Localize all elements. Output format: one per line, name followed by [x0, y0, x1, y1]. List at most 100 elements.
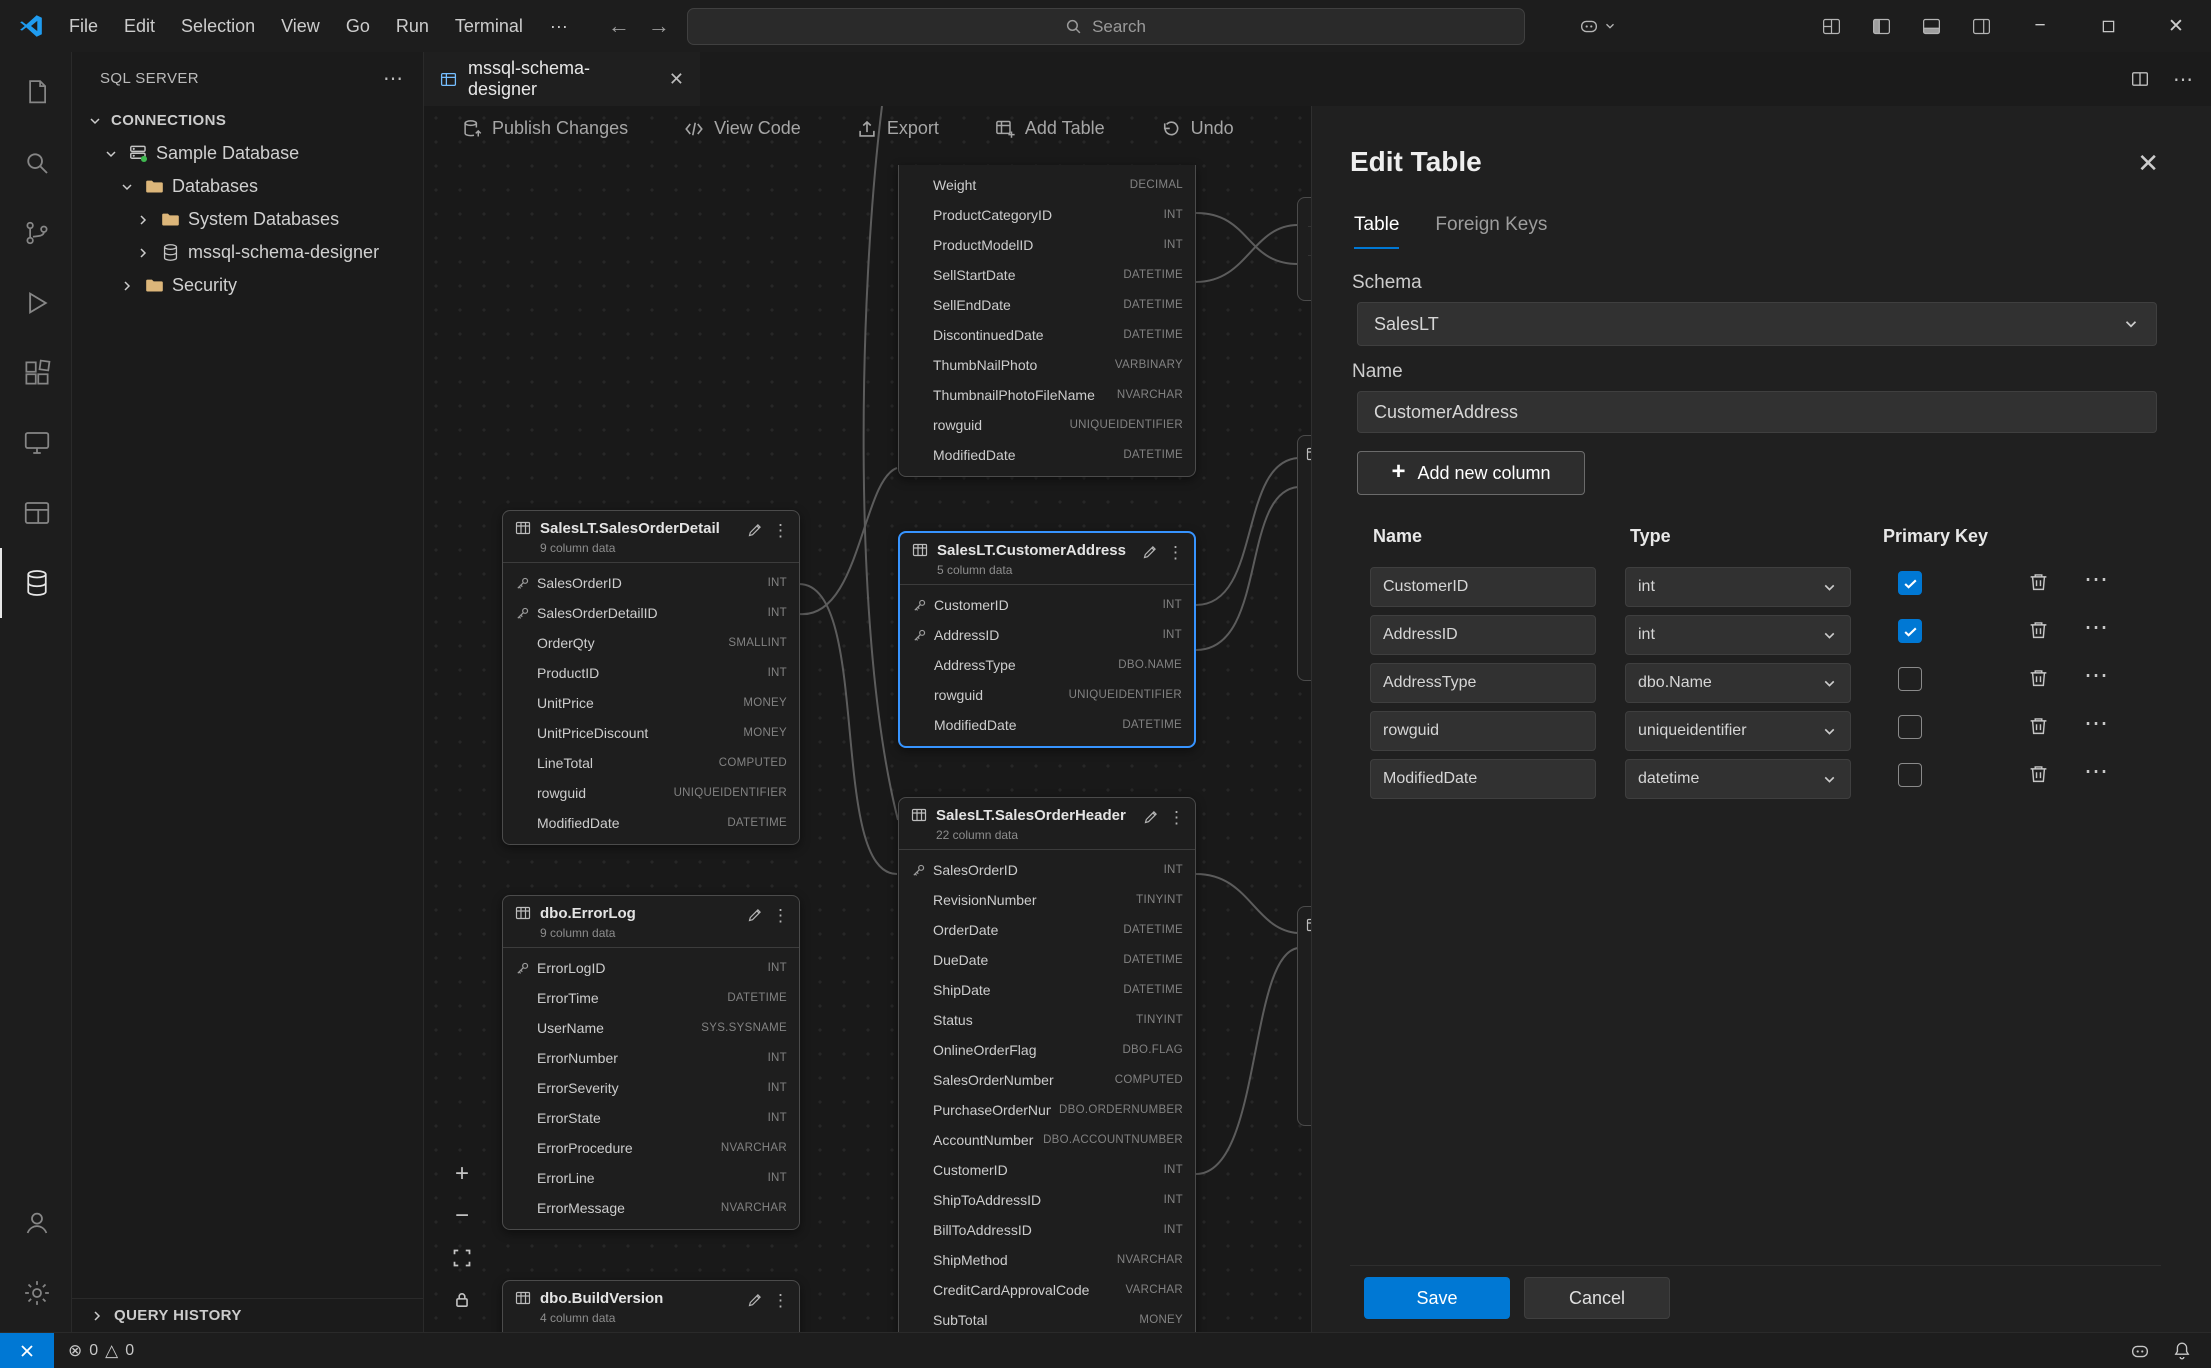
toggle-sidebar-icon[interactable]	[1859, 4, 1903, 48]
tab-mssql-schema-designer[interactable]: mssql-schema-designer ✕	[424, 52, 700, 106]
edit-table-icon[interactable]	[747, 907, 763, 923]
menu-file[interactable]: File	[56, 10, 111, 43]
column-more-icon[interactable]: ⋯	[2084, 565, 2108, 594]
diagram-table-salesorderheader[interactable]: SalesLT.SalesOrderHeader22 column data⋮S…	[898, 797, 1196, 1332]
sidebar-item-query-history[interactable]: QUERY HISTORY	[72, 1298, 423, 1332]
primary-key-checkbox[interactable]	[1898, 667, 1922, 691]
sidebar-item-mssql-schema-designer[interactable]: mssql-schema-designer	[72, 236, 423, 269]
fit-view-button[interactable]	[446, 1242, 478, 1274]
view-code-button[interactable]: View Code	[684, 118, 801, 139]
customize-layout-icon[interactable]	[1809, 4, 1853, 48]
save-button[interactable]: Save	[1364, 1277, 1510, 1319]
column-name-input[interactable]	[1370, 663, 1596, 703]
minimize-button[interactable]: −	[2009, 0, 2071, 52]
sidebar-item-connections[interactable]: CONNECTIONS	[72, 104, 423, 137]
nav-forward-icon[interactable]: →	[648, 13, 670, 39]
publish-changes-button[interactable]: Publish Changes	[462, 118, 628, 139]
live-preview-icon[interactable]	[0, 478, 72, 548]
sidebar-item-security[interactable]: Security	[72, 269, 423, 302]
diagram-table-salesorderdetail[interactable]: SalesLT.SalesOrderDetail9 column data⋮Sa…	[502, 510, 800, 845]
close-panel-icon[interactable]: ✕	[2137, 148, 2159, 179]
explorer-icon[interactable]	[0, 58, 72, 128]
remote-explorer-icon[interactable]	[0, 408, 72, 478]
delete-column-icon[interactable]	[2028, 571, 2049, 592]
search-sidebar-icon[interactable]	[0, 128, 72, 198]
zoom-in-button[interactable]: +	[446, 1158, 478, 1190]
cancel-button[interactable]: Cancel	[1524, 1277, 1670, 1319]
menu-view[interactable]: View	[268, 10, 333, 43]
menu-terminal[interactable]: Terminal	[442, 10, 536, 43]
source-control-icon[interactable]	[0, 198, 72, 268]
nav-back-icon[interactable]: ←	[608, 13, 630, 39]
column-type-select[interactable]: int	[1625, 615, 1851, 655]
column-name-input[interactable]	[1370, 615, 1596, 655]
delete-column-icon[interactable]	[2028, 715, 2049, 736]
column-type-select[interactable]: int	[1625, 567, 1851, 607]
column-more-icon[interactable]: ⋯	[2084, 709, 2108, 738]
settings-gear-icon[interactable]	[0, 1258, 72, 1328]
column-type-select[interactable]: datetime	[1625, 759, 1851, 799]
edit-table-icon[interactable]	[1142, 544, 1158, 560]
toggle-secondary-sidebar-icon[interactable]	[1959, 4, 2003, 48]
sidebar-item-databases[interactable]: Databases	[72, 170, 423, 203]
undo-button[interactable]: Undo	[1161, 118, 1234, 139]
column-more-icon[interactable]: ⋯	[2084, 613, 2108, 642]
editor-more-icon[interactable]: ⋯	[2173, 67, 2193, 92]
column-type-select[interactable]: dbo.Name	[1625, 663, 1851, 703]
run-debug-icon[interactable]	[0, 268, 72, 338]
close-window-button[interactable]: ✕	[2145, 0, 2207, 52]
copilot-status-icon[interactable]	[2129, 1340, 2151, 1362]
column-name-input[interactable]	[1370, 567, 1596, 607]
sidebar-item-system-databases[interactable]: System Databases	[72, 203, 423, 236]
primary-key-checkbox[interactable]	[1898, 715, 1922, 739]
copilot-menu[interactable]	[1578, 15, 1617, 37]
diagram-table-errorlog[interactable]: dbo.ErrorLog9 column data⋮ErrorLogIDINTE…	[502, 895, 800, 1230]
delete-column-icon[interactable]	[2028, 763, 2049, 784]
search-input[interactable]: Search	[687, 8, 1525, 45]
sql-server-extension-icon[interactable]	[0, 548, 72, 618]
column-more-icon[interactable]: ⋯	[2084, 661, 2108, 690]
table-menu-icon[interactable]: ⋮	[772, 907, 789, 924]
account-icon[interactable]	[0, 1188, 72, 1258]
delete-column-icon[interactable]	[2028, 667, 2049, 688]
diagram-table-customeraddress[interactable]: SalesLT.CustomerAddress5 column data⋮Cus…	[898, 531, 1196, 748]
menu-go[interactable]: Go	[333, 10, 383, 43]
edit-table-icon[interactable]	[747, 522, 763, 538]
tab-foreign-keys[interactable]: Foreign Keys	[1435, 214, 1547, 249]
tab-table[interactable]: Table	[1354, 214, 1399, 249]
table-menu-icon[interactable]: ⋮	[1167, 544, 1184, 561]
sidebar-more-icon[interactable]: ⋯	[383, 66, 405, 91]
table-name-input[interactable]	[1357, 391, 2157, 433]
column-type-select[interactable]: uniqueidentifier	[1625, 711, 1851, 751]
add-table-button[interactable]: Add Table	[995, 118, 1105, 139]
diagram-table-buildversion[interactable]: dbo.BuildVersion4 column data⋮	[502, 1280, 800, 1332]
column-more-icon[interactable]: ⋯	[2084, 757, 2108, 786]
primary-key-checkbox[interactable]	[1898, 619, 1922, 643]
export-button[interactable]: Export	[857, 118, 939, 139]
tab-close-icon[interactable]: ✕	[669, 69, 684, 90]
primary-key-checkbox[interactable]	[1898, 763, 1922, 787]
sidebar-item-sample-database[interactable]: Sample Database	[72, 137, 423, 170]
maximize-button[interactable]	[2077, 0, 2139, 52]
edit-table-icon[interactable]	[747, 1292, 763, 1308]
diagram-table-product[interactable]: WeightDECIMALProductCategoryIDINTProduct…	[898, 165, 1196, 477]
extensions-icon[interactable]	[0, 338, 72, 408]
column-name-input[interactable]	[1370, 759, 1596, 799]
column-name-input[interactable]	[1370, 711, 1596, 751]
menu-run[interactable]: Run	[383, 10, 442, 43]
menu-selection[interactable]: Selection	[168, 10, 268, 43]
notifications-bell-icon[interactable]	[2171, 1340, 2193, 1362]
toggle-panel-icon[interactable]	[1909, 4, 1953, 48]
add-new-column-button[interactable]: + Add new column	[1357, 451, 1585, 495]
remote-indicator[interactable]	[0, 1333, 54, 1368]
menu-edit[interactable]: Edit	[111, 10, 168, 43]
table-menu-icon[interactable]: ⋮	[1168, 809, 1185, 826]
schema-select[interactable]: SalesLT	[1357, 302, 2157, 346]
lock-canvas-button[interactable]	[446, 1284, 478, 1316]
problems-status[interactable]: ⊗ 0 △ 0	[54, 1341, 134, 1361]
primary-key-checkbox[interactable]	[1898, 571, 1922, 595]
delete-column-icon[interactable]	[2028, 619, 2049, 640]
table-menu-icon[interactable]: ⋮	[772, 522, 789, 539]
edit-table-icon[interactable]	[1143, 809, 1159, 825]
split-editor-icon[interactable]	[2131, 70, 2149, 88]
